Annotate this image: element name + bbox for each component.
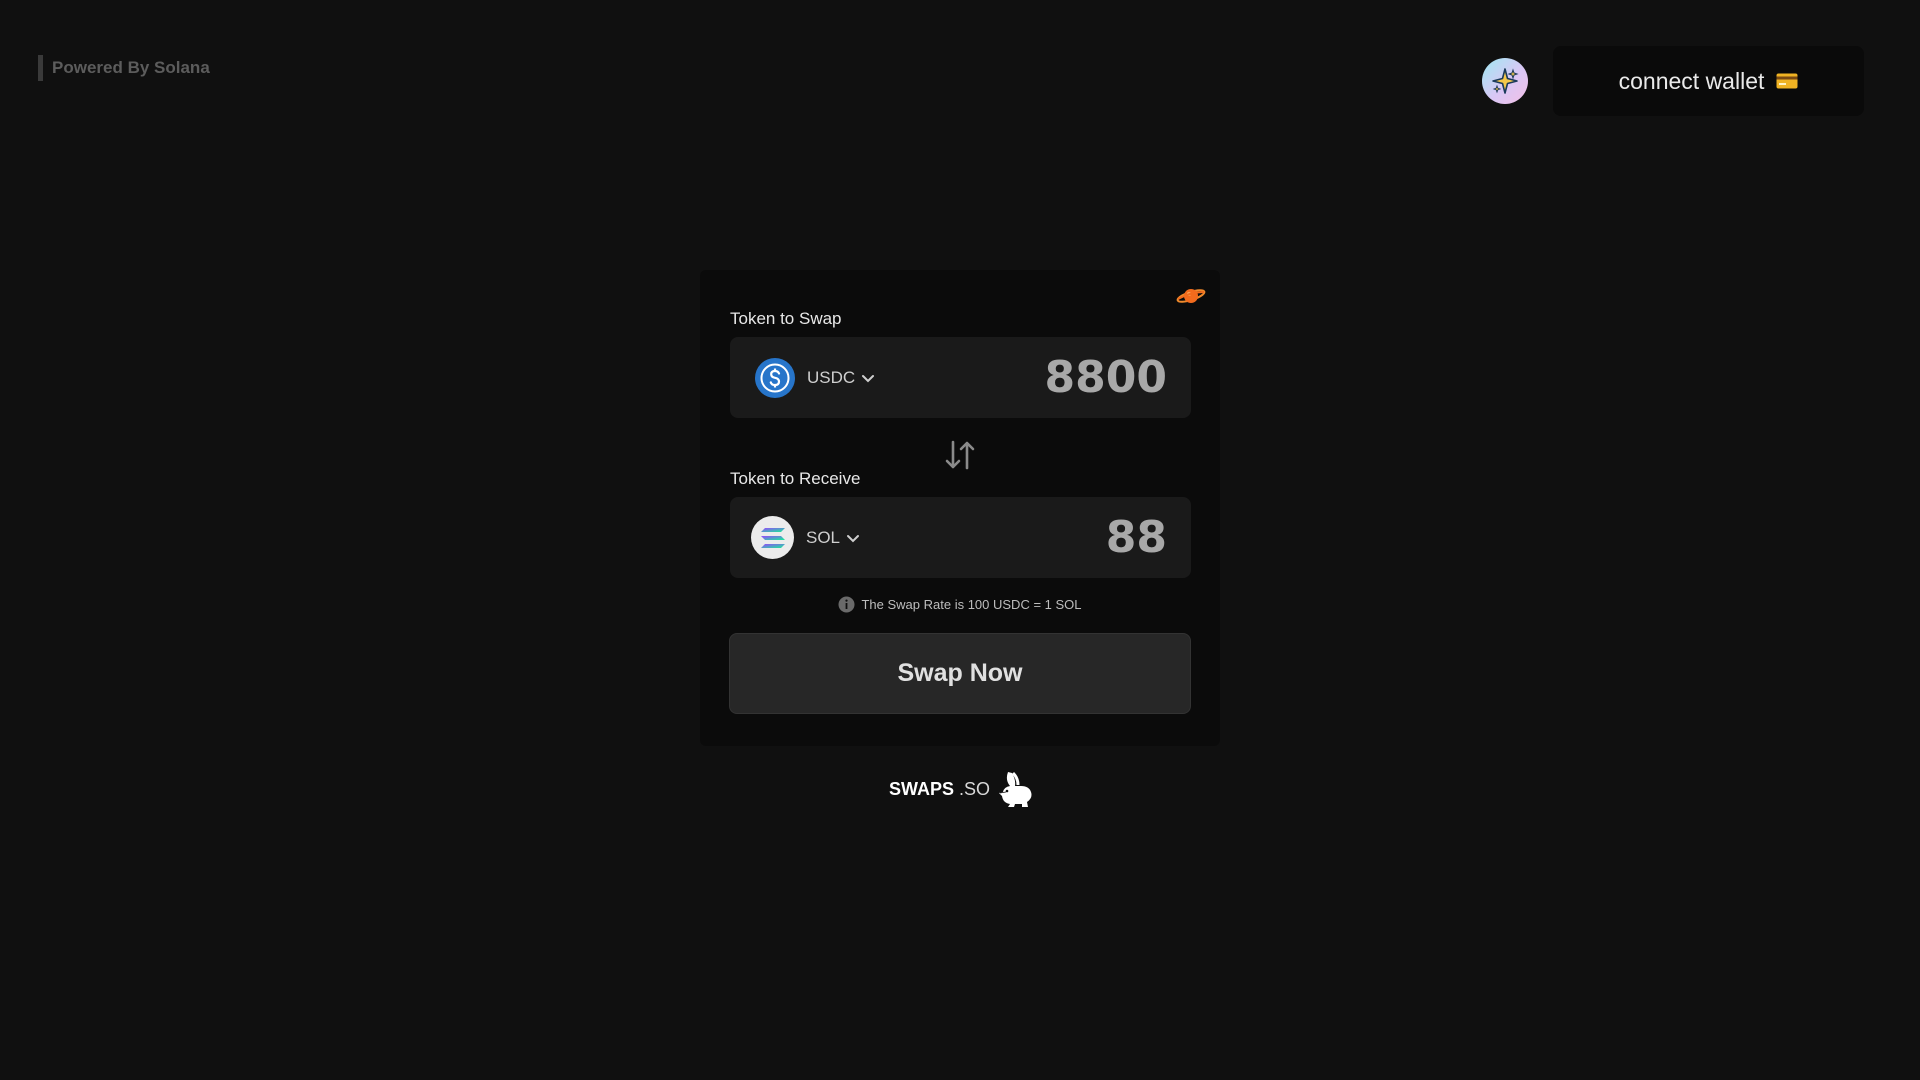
from-token-select[interactable]: USDC bbox=[755, 337, 875, 418]
from-token-field: USDC 8800 bbox=[730, 337, 1191, 418]
to-token-field: SOL 88 bbox=[730, 497, 1191, 578]
brand-logo: SWAPS .SO bbox=[889, 770, 1034, 808]
token-to-receive-label: Token to Receive bbox=[730, 469, 861, 488]
planet-icon[interactable] bbox=[1176, 284, 1206, 313]
swap-rate-note: The Swap Rate is 100 USDC = 1 SOL bbox=[700, 596, 1220, 613]
rabbit-icon bbox=[998, 770, 1034, 808]
swap-arrows-icon[interactable] bbox=[944, 438, 976, 477]
brand-name: SWAPS bbox=[889, 778, 955, 799]
from-token-symbol: USDC bbox=[807, 367, 856, 387]
credit-card-icon bbox=[1776, 73, 1798, 89]
sol-token-icon bbox=[751, 516, 794, 559]
usdc-token-icon bbox=[755, 357, 795, 398]
to-token-select[interactable]: SOL bbox=[751, 497, 860, 578]
brand-suffix: .SO bbox=[959, 778, 991, 799]
to-amount-input[interactable]: 88 bbox=[907, 497, 1167, 578]
swap-rate-text: The Swap Rate is 100 USDC = 1 SOL bbox=[861, 597, 1082, 612]
info-icon bbox=[838, 596, 855, 613]
from-amount-input[interactable]: 8800 bbox=[907, 337, 1167, 418]
swap-page: Powered By Solana connect wallet Token t… bbox=[0, 0, 1920, 1080]
chevron-down-icon bbox=[846, 533, 860, 543]
swap-now-button[interactable]: Swap Now bbox=[729, 633, 1191, 714]
powered-by-bar bbox=[38, 55, 43, 81]
powered-by-text: Powered By Solana bbox=[52, 58, 210, 77]
chevron-down-icon bbox=[861, 373, 875, 383]
theme-toggle-button[interactable] bbox=[1482, 58, 1528, 104]
to-token-symbol: SOL bbox=[806, 527, 841, 547]
token-to-swap-label: Token to Swap bbox=[730, 309, 842, 328]
connect-wallet-label: connect wallet bbox=[1618, 67, 1765, 94]
sparkle-icon bbox=[1491, 67, 1519, 95]
powered-by-badge: Powered By Solana bbox=[38, 55, 210, 81]
connect-wallet-button[interactable]: connect wallet bbox=[1553, 46, 1864, 116]
